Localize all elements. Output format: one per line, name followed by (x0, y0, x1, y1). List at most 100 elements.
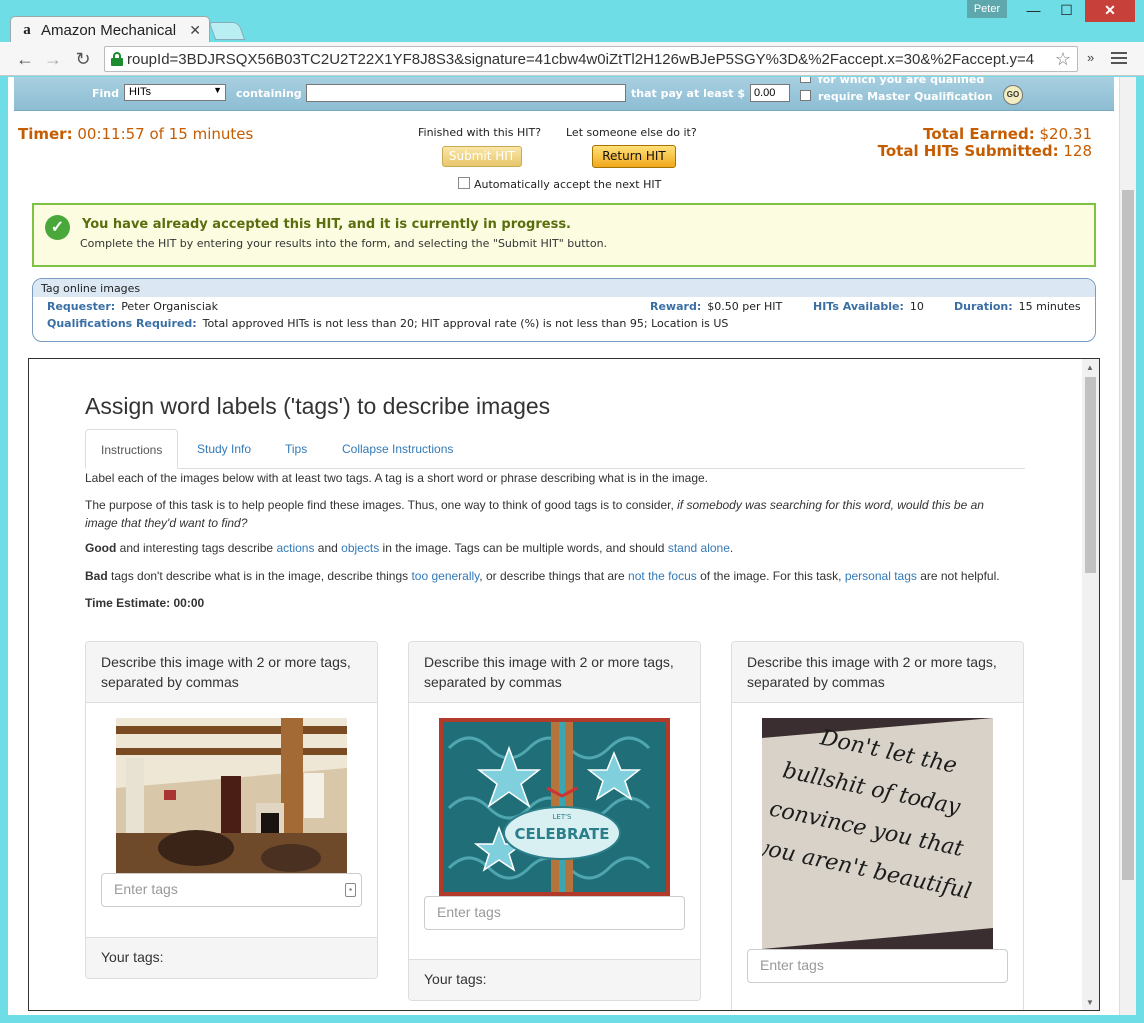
maximize-icon[interactable]: ☐ (1050, 0, 1083, 22)
available-label: HITs Available: (813, 300, 904, 313)
lock-icon (111, 52, 123, 66)
instruction-paragraph: Bad tags don't describe what is in the i… (85, 569, 1000, 583)
quote-note-image: Don't let the bullshit of today convince… (762, 718, 993, 949)
containing-label: containing (236, 87, 302, 100)
extensions-overflow-icon[interactable]: » (1087, 50, 1094, 65)
in-progress-alert: ✓ You have already accepted this HIT, an… (32, 203, 1096, 267)
contact-card-icon[interactable]: ▪ (345, 883, 356, 897)
too-generally-link[interactable]: too generally (411, 569, 479, 583)
personal-tags-link[interactable]: personal tags (845, 569, 917, 583)
instruction-paragraph: The purpose of this task is to help peop… (85, 498, 984, 530)
browser-tab[interactable]: a Amazon Mechanical ✕ (10, 16, 210, 43)
svg-text:CELEBRATE: CELEBRATE (515, 825, 610, 843)
page-scrollbar[interactable] (1119, 77, 1136, 1015)
hit-search-bar: Find HITs ▼ containing that pay at least… (14, 77, 1114, 111)
instruction-paragraph: Label each of the images below with at l… (85, 471, 709, 485)
page-scroll-thumb[interactable] (1122, 190, 1134, 880)
celebrate-card-image: LET'S CELEBRATE (439, 718, 670, 896)
tab-close-icon[interactable]: ✕ (189, 22, 201, 39)
qualified-label: for which you are qualified (818, 77, 985, 86)
image-panel: Describe this image with 2 or more tags,… (731, 641, 1024, 1010)
qualified-checkbox[interactable] (800, 77, 811, 83)
qualifications-value: Total approved HITs is not less than 20;… (202, 317, 729, 330)
hit-info-box: Tag online images Requester: Peter Organi… (32, 278, 1096, 342)
page-viewport: Find HITs ▼ containing that pay at least… (8, 77, 1136, 1015)
tag-input[interactable]: Enter tags ▪ (101, 873, 362, 907)
reward-row: Reward: $0.50 per HIT (650, 300, 782, 313)
task-frame: Assign word labels ('tags') to describe … (28, 358, 1100, 1011)
url-text[interactable]: roupId=3BDJRSQX56B03TC2U2T22X1YF8J8S3&si… (127, 51, 1047, 68)
return-prompt-label: Let someone else do it? (566, 126, 697, 139)
duration-value: 15 minutes (1018, 300, 1081, 313)
min-pay-input[interactable]: 0.00 (750, 84, 790, 102)
actions-link[interactable]: actions (276, 541, 314, 555)
minimize-icon[interactable]: — (1017, 0, 1050, 22)
browser-tab-strip: a Amazon Mechanical ✕ Peter — ☐ ✕ (0, 0, 1144, 43)
find-type-select[interactable]: HITs ▼ (124, 84, 226, 101)
tab-collapse-instructions[interactable]: Collapse Instructions (327, 429, 468, 469)
profile-badge[interactable]: Peter (967, 0, 1007, 18)
image-panel: Describe this image with 2 or more tags,… (408, 641, 701, 1001)
requester-value[interactable]: Peter Organisciak (121, 300, 218, 313)
total-submitted-value: 128 (1063, 142, 1092, 160)
search-input[interactable] (306, 84, 626, 102)
duration-label: Duration: (954, 300, 1013, 313)
duration-row: Duration: 15 minutes (954, 300, 1081, 313)
panel-heading: Describe this image with 2 or more tags,… (732, 642, 1023, 703)
your-tags-footer: Your tags: (409, 959, 700, 1000)
alert-subtitle: Complete the HIT by entering your result… (80, 237, 608, 250)
frame-scrollbar[interactable]: ▲ ▼ (1082, 359, 1099, 1010)
return-hit-button[interactable]: Return HIT (592, 145, 676, 168)
total-submitted-label: Total HITs Submitted: (877, 142, 1059, 160)
scroll-up-icon[interactable]: ▲ (1086, 363, 1094, 372)
objects-link[interactable]: objects (341, 541, 379, 555)
qualifications-row: Qualifications Required: Total approved H… (47, 317, 728, 330)
stand-alone-link[interactable]: stand alone (668, 541, 730, 555)
earnings-summary: Total Earned: $20.31 Total HITs Submitte… (878, 126, 1092, 160)
address-bar[interactable]: roupId=3BDJRSQX56B03TC2U2T22X1YF8J8S3&si… (104, 46, 1078, 72)
find-type-value: HITs (129, 86, 151, 98)
auto-accept-checkbox[interactable] (458, 177, 470, 189)
submit-hit-button[interactable]: Submit HIT (442, 146, 522, 167)
svg-text:LET'S: LET'S (553, 813, 573, 821)
reward-value: $0.50 per HIT (707, 300, 783, 313)
tab-tips[interactable]: Tips (270, 429, 322, 469)
instruction-tabs: Instructions Study Info Tips Collapse In… (85, 429, 1025, 469)
window-close-icon[interactable]: ✕ (1085, 0, 1135, 22)
timer: Timer: 00:11:57 of 15 minutes (18, 125, 253, 143)
frame-scroll-thumb[interactable] (1085, 377, 1096, 573)
timer-label: Timer: (18, 125, 73, 143)
chevron-down-icon: ▼ (213, 85, 222, 95)
requester-label: Requester: (47, 300, 116, 313)
qualifications-label: Qualifications Required: (47, 317, 197, 330)
tab-study-info[interactable]: Study Info (182, 429, 266, 469)
panel-heading: Describe this image with 2 or more tags,… (86, 642, 377, 703)
back-arrow-icon[interactable]: ← (14, 48, 36, 70)
requester-row: Requester: Peter Organisciak (47, 300, 218, 313)
amazon-favicon-icon: a (23, 22, 31, 38)
total-earned-value: $20.31 (1039, 125, 1093, 143)
star-icon[interactable]: ☆ (1055, 49, 1071, 70)
master-checkbox[interactable] (800, 90, 811, 101)
forward-arrow-icon[interactable]: → (42, 48, 64, 70)
image-panel: Describe this image with 2 or more tags,… (85, 641, 378, 979)
browser-toolbar: ← → ↻ roupId=3BDJRSQX56B03TC2U2T22X1YF8J… (0, 42, 1144, 76)
not-the-focus-link[interactable]: not the focus (628, 569, 697, 583)
tab-instructions[interactable]: Instructions (85, 429, 179, 469)
go-button[interactable]: GO (1003, 85, 1023, 105)
menu-icon[interactable] (1111, 50, 1127, 66)
tag-input[interactable]: Enter tags (424, 896, 685, 930)
new-tab-button[interactable] (208, 22, 246, 40)
scroll-down-icon[interactable]: ▼ (1086, 998, 1094, 1007)
master-label: require Master Qualification (818, 90, 993, 103)
pay-label: that pay at least $ (631, 87, 746, 100)
finished-label: Finished with this HIT? (418, 126, 542, 139)
panel-heading: Describe this image with 2 or more tags,… (409, 642, 700, 703)
timer-value: 00:11:57 of 15 minutes (77, 125, 254, 143)
time-estimate: Time Estimate: 00:00 (85, 596, 205, 610)
find-label: Find (92, 87, 119, 100)
alert-title: You have already accepted this HIT, and … (82, 217, 571, 232)
tag-input[interactable]: Enter tags (747, 949, 1008, 983)
reload-icon[interactable]: ↻ (72, 48, 94, 70)
living-room-image (116, 718, 347, 873)
